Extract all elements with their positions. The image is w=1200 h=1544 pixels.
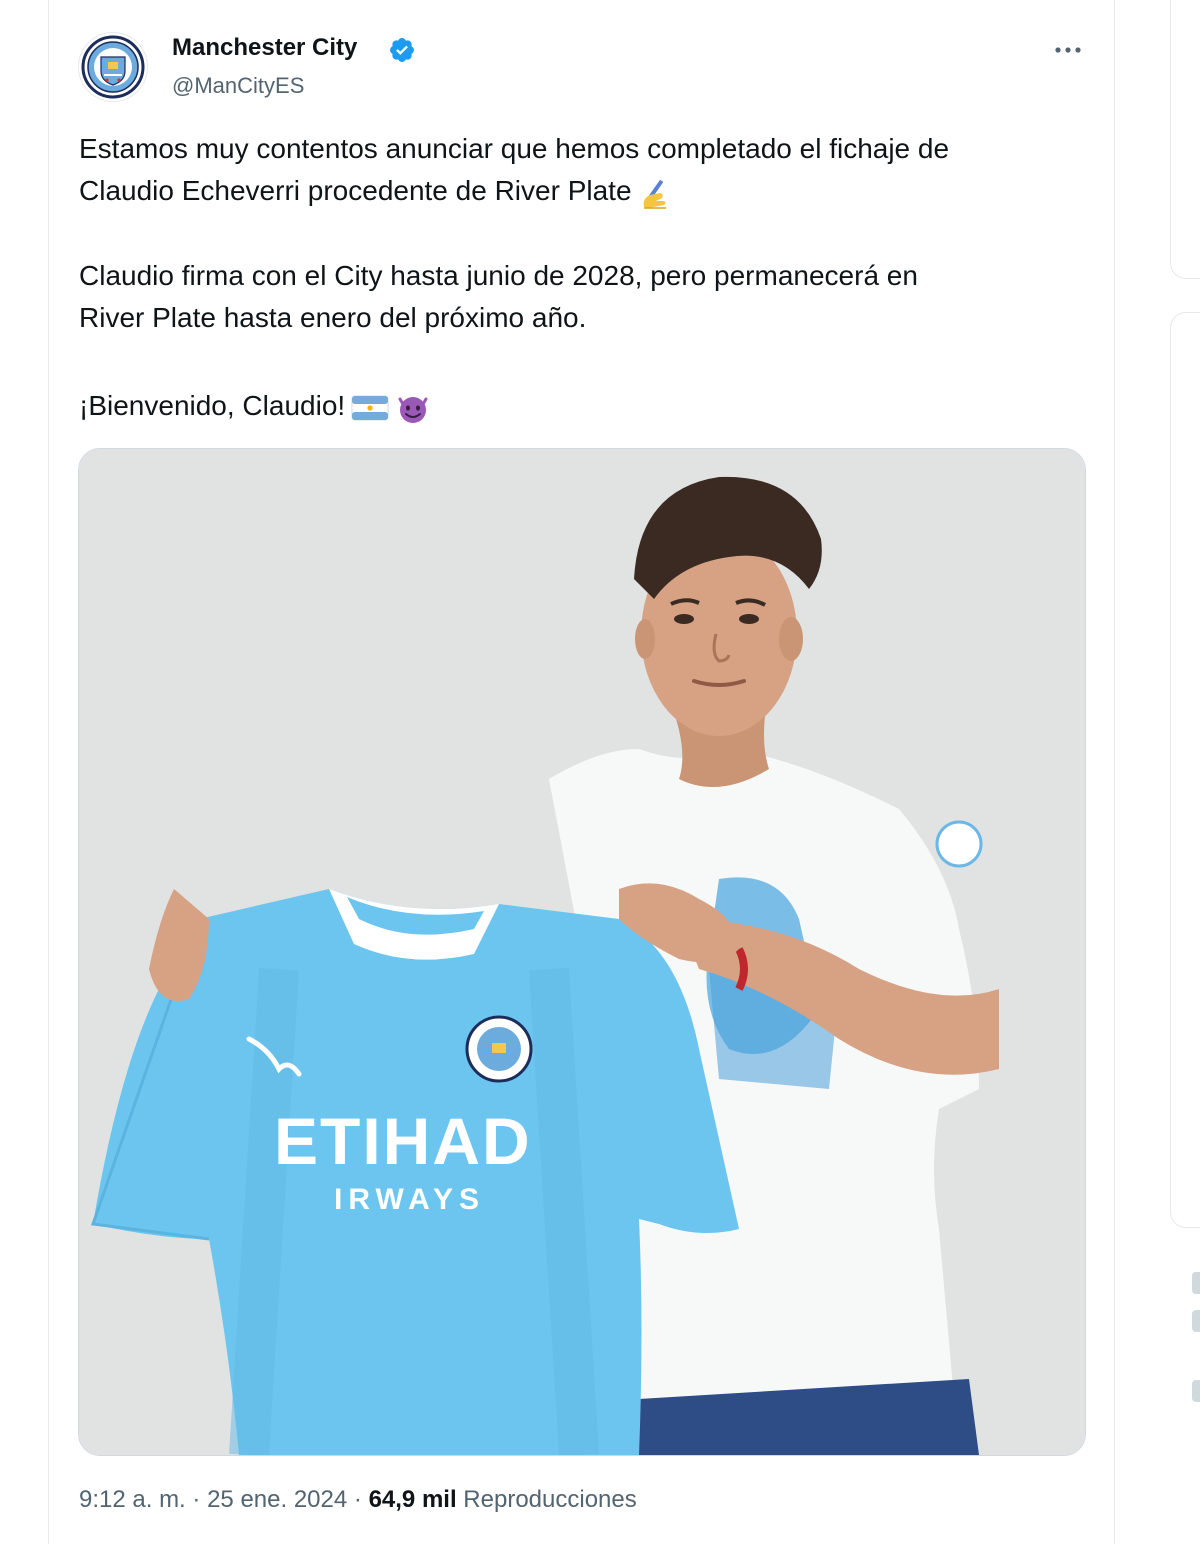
sidebar-stub — [1192, 1380, 1200, 1402]
tweet-line: Claudio Echeverri procedente de River Pl… — [79, 170, 1089, 212]
jersey-sponsor-subtext: IRWAYS — [334, 1183, 485, 1216]
tweet-metadata: 9:12 a. m. · 25 ene. 2024 · 64,9 mil Rep… — [79, 1486, 637, 1514]
tweet-line: Claudio firma con el City hasta junio de… — [79, 260, 918, 291]
argentina-flag-emoji — [351, 395, 389, 421]
author-handle[interactable]: @ManCityES — [172, 73, 304, 99]
avatar[interactable] — [78, 32, 148, 102]
tweet-paragraph-2: Claudio firma con el City hasta junio de… — [79, 255, 1089, 339]
meta-separator: · — [192, 1486, 201, 1513]
jersey-sponsor-text: ETIHAD — [274, 1104, 532, 1178]
tweet-photo[interactable]: ETIHAD IRWAYS — [78, 448, 1086, 1456]
meta-separator: · — [353, 1486, 362, 1513]
tweet-page: Manchester City @ManCityES Estamos muy c… — [0, 0, 1200, 1544]
tweet-paragraph-3: ¡Bienvenido, Claudio! — [79, 385, 1089, 427]
tweet-time[interactable]: 9:12 a. m. — [79, 1486, 186, 1513]
tweet-line-text: Claudio Echeverri procedente de River Pl… — [79, 175, 632, 206]
sidebar-stub — [1192, 1272, 1200, 1294]
sidebar-card-middle — [1170, 312, 1200, 1228]
more-options-icon[interactable] — [1048, 36, 1088, 64]
views-count[interactable]: 64,9 mil — [369, 1486, 457, 1513]
sidebar-stub — [1192, 1310, 1200, 1332]
column-border-left — [48, 0, 49, 1544]
smiling-devil-emoji — [398, 396, 428, 423]
man-city-crest-icon — [81, 35, 145, 99]
tweet-line: Estamos muy contentos anunciar que hemos… — [79, 133, 950, 164]
sidebar-card-top — [1170, 0, 1200, 279]
player-holding-jersey-photo: ETIHAD IRWAYS — [79, 449, 1085, 1455]
author-name[interactable]: Manchester City — [172, 34, 357, 62]
tweet-paragraph-1: Estamos muy contentos anunciar que hemos… — [79, 128, 1089, 212]
tweet-line-text: ¡Bienvenido, Claudio! — [79, 390, 346, 421]
tweet-date[interactable]: 25 ene. 2024 — [207, 1486, 347, 1513]
tweet-line: River Plate hasta enero del próximo año. — [79, 302, 587, 333]
views-label: Reproducciones — [463, 1486, 637, 1513]
verified-badge-icon — [390, 38, 414, 62]
column-border-right — [1114, 0, 1115, 1544]
writing-hand-emoji — [643, 179, 666, 209]
